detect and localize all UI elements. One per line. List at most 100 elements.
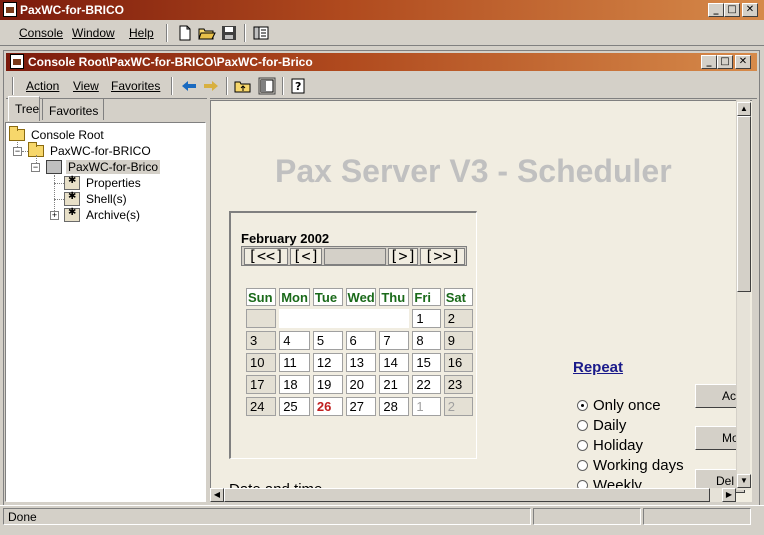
status-text: Done — [3, 508, 531, 525]
horizontal-scrollbar[interactable]: ◀ ▶ — [210, 488, 736, 502]
calendar-day[interactable]: 17 — [246, 375, 277, 394]
help-icon[interactable]: ? — [290, 77, 308, 95]
calendar-day[interactable]: 11 — [279, 353, 310, 372]
radio-button[interactable] — [577, 460, 588, 471]
show-hide-tree-icon[interactable] — [258, 77, 276, 95]
calendar-nav-spacer — [324, 248, 386, 265]
status-pane — [533, 508, 641, 525]
calendar-day[interactable]: 15 — [412, 353, 441, 372]
menu-view[interactable]: View — [73, 79, 99, 93]
next-year-button[interactable]: [>>] — [420, 248, 465, 265]
prev-month-button[interactable]: [<] — [290, 248, 322, 265]
radio-button-selected[interactable] — [577, 400, 588, 411]
collapse-toggle[interactable]: − — [31, 163, 40, 172]
calendar-day[interactable]: 18 — [279, 375, 310, 394]
toolbar-separator — [166, 24, 168, 42]
calendar-day[interactable]: 7 — [379, 331, 410, 350]
snapin-node-icon — [64, 207, 80, 222]
status-bar: Done — [0, 505, 764, 527]
expand-toggle[interactable]: + — [50, 211, 59, 220]
child-close-button[interactable]: ✕ — [735, 55, 751, 69]
scroll-left-icon[interactable]: ◀ — [210, 488, 224, 502]
calendar-day[interactable]: 4 — [279, 331, 310, 350]
calendar-day[interactable]: 28 — [379, 397, 410, 416]
next-month-button[interactable]: [>] — [388, 248, 418, 265]
scroll-up-icon[interactable]: ▲ — [737, 102, 751, 116]
calendar-grid: Sun Mon Tue Wed Thu Fri Sat 1 2 3 4 5 6 … — [243, 285, 476, 419]
child-title: Console Root\PaxWC-for-BRICO\PaxWC-for-B… — [28, 55, 313, 69]
calendar-day[interactable]: 16 — [443, 353, 473, 372]
up-one-level-icon[interactable] — [234, 77, 252, 95]
calendar-day-next-month[interactable]: 2 — [443, 397, 473, 416]
status-pane — [643, 508, 751, 525]
calendar-day[interactable]: 21 — [379, 375, 410, 394]
collapse-toggle[interactable]: − — [13, 147, 22, 156]
calendar-day[interactable]: 19 — [312, 375, 343, 394]
calendar-day[interactable]: 24 — [246, 397, 277, 416]
vertical-scrollbar[interactable]: ▲ ▼ — [736, 100, 751, 490]
app-menubar: Console Window Help — [0, 20, 764, 46]
back-arrow-icon[interactable] — [180, 77, 198, 95]
scroll-down-icon[interactable]: ▼ — [737, 474, 751, 488]
radio-button[interactable] — [577, 440, 588, 451]
calendar-day[interactable]: 2 — [443, 309, 473, 328]
toolbar-separator — [226, 77, 228, 95]
tab-favorites[interactable]: Favorites — [42, 98, 104, 120]
menu-action[interactable]: Action — [26, 79, 59, 93]
weekday-header: Fri — [412, 288, 441, 306]
calendar-day[interactable]: 1 — [412, 309, 441, 328]
calendar-day[interactable]: 10 — [246, 353, 277, 372]
forward-arrow-icon[interactable] — [202, 77, 220, 95]
calendar-day[interactable]: 9 — [443, 331, 473, 350]
radio-button[interactable] — [577, 420, 588, 431]
new-document-icon[interactable] — [176, 24, 194, 42]
scroll-right-icon[interactable]: ▶ — [722, 488, 736, 502]
calendar-day[interactable]: 6 — [345, 331, 377, 350]
vertical-scroll-thumb[interactable] — [737, 116, 751, 292]
minimize-button[interactable]: _ — [708, 3, 724, 17]
calendar-day[interactable]: 22 — [412, 375, 441, 394]
calendar-day[interactable]: 13 — [345, 353, 377, 372]
calendar-day[interactable]: 12 — [312, 353, 343, 372]
menu-favorites[interactable]: Favorites — [111, 79, 160, 93]
calendar-day[interactable]: 3 — [246, 331, 277, 350]
menu-console[interactable]: Console — [19, 26, 63, 40]
calendar-day[interactable]: 23 — [443, 375, 473, 394]
app-titlebar: PaxWC-for-BRICO _ □ ✕ — [0, 0, 764, 20]
child-minimize-button[interactable]: _ — [701, 55, 717, 69]
svg-text:?: ? — [295, 80, 301, 93]
tab-tree[interactable]: Tree — [8, 96, 40, 121]
calendar-day-today[interactable]: 26 — [312, 397, 343, 416]
horizontal-scroll-thumb[interactable] — [224, 488, 710, 502]
calendar-day[interactable]: 8 — [412, 331, 441, 350]
calendar-day[interactable]: 5 — [312, 331, 343, 350]
open-folder-icon[interactable] — [198, 24, 216, 42]
calendar-day[interactable]: 27 — [345, 397, 377, 416]
calendar: February 2002 [<<] [<] [>] [>>] Sun Mon … — [229, 211, 477, 459]
toolbar-separator — [12, 77, 14, 95]
app-icon — [3, 2, 17, 17]
weekday-header: Thu — [379, 288, 410, 306]
calendar-day[interactable]: 25 — [279, 397, 310, 416]
server-icon — [46, 160, 62, 174]
calendar-day-next-month[interactable]: 1 — [412, 397, 441, 416]
menu-help[interactable]: Help — [129, 26, 154, 40]
child-maximize-button[interactable]: □ — [717, 55, 733, 69]
maximize-button[interactable]: □ — [724, 3, 740, 17]
calendar-day[interactable]: 20 — [345, 375, 377, 394]
console-tree: Console Root − PaxWC-for-BRICO − PaxWC-f… — [5, 122, 206, 502]
calendar-day[interactable]: 14 — [379, 353, 410, 372]
weekday-header: Wed — [345, 288, 377, 306]
save-icon[interactable] — [220, 24, 238, 42]
close-button[interactable]: ✕ — [742, 3, 758, 17]
weekday-header: Tue — [312, 288, 343, 306]
menu-window[interactable]: Window — [72, 26, 115, 40]
child-window-icon — [10, 54, 24, 69]
toolbar-separator — [282, 77, 284, 95]
calendar-nav: [<<] [<] [>] [>>] — [241, 246, 467, 266]
weekday-header: Mon — [279, 288, 310, 306]
console-tree-icon[interactable] — [252, 24, 270, 42]
prev-year-button[interactable]: [<<] — [244, 248, 288, 265]
repeat-heading[interactable]: Repeat — [573, 359, 623, 376]
scheduler-page: Pax Server V3 - Scheduler February 2002 … — [210, 100, 752, 502]
